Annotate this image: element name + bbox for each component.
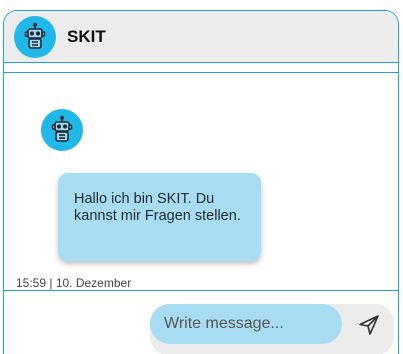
robot-icon bbox=[51, 115, 73, 142]
send-button[interactable] bbox=[354, 310, 384, 340]
chat-window: SKIT Hallo ich bin SKIT. Du kannst mir F… bbox=[3, 10, 399, 354]
bot-message-bubble: Hallo ich bin SKIT. Du kannst mir Fragen… bbox=[58, 173, 261, 261]
header-divider bbox=[4, 63, 398, 73]
bot-avatar bbox=[41, 109, 83, 151]
composer bbox=[150, 304, 394, 354]
composer-divider bbox=[4, 290, 398, 291]
chat-header: SKIT bbox=[4, 11, 398, 63]
robot-icon bbox=[24, 22, 46, 49]
message-timestamp: 15:59 | 10. Dezember bbox=[16, 276, 132, 290]
chat-title: SKIT bbox=[67, 27, 106, 46]
send-icon bbox=[359, 315, 379, 335]
header-avatar bbox=[14, 16, 56, 58]
message-input[interactable] bbox=[150, 304, 342, 344]
